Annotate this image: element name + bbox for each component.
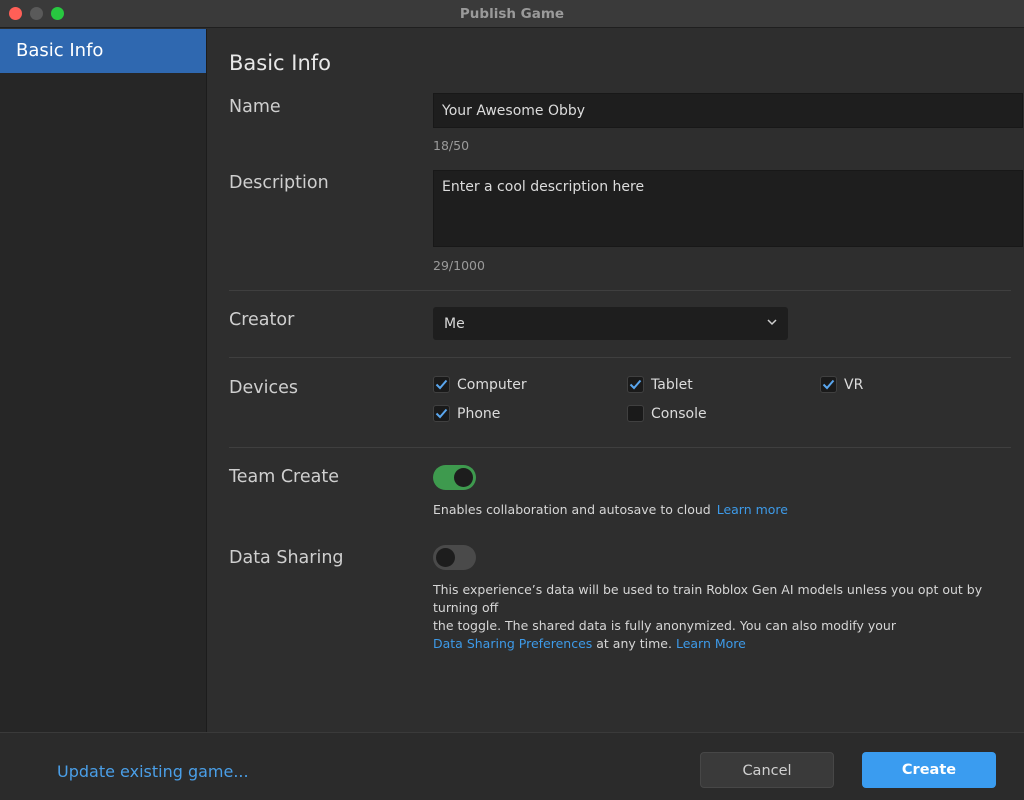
device-console-checkbox[interactable]: Console	[627, 405, 707, 422]
name-label: Name	[229, 97, 281, 117]
team-create-hint-text: Enables collaboration and autosave to cl…	[433, 502, 711, 517]
checkbox-box	[820, 376, 837, 393]
creator-selected-value: Me	[444, 316, 465, 332]
team-create-toggle[interactable]	[433, 465, 476, 490]
page-title: Basic Info	[229, 51, 332, 75]
team-create-learn-more-link[interactable]: Learn more	[717, 502, 788, 517]
data-sharing-text-line2: the toggle. The shared data is fully ano…	[433, 618, 896, 633]
description-textarea[interactable]: Enter a cool description here	[433, 170, 1023, 247]
create-button[interactable]: Create	[862, 752, 996, 788]
team-create-label: Team Create	[229, 467, 339, 487]
name-char-counter: 18/50	[433, 138, 470, 153]
creator-dropdown[interactable]: Me	[433, 307, 788, 340]
device-tablet-checkbox[interactable]: Tablet	[627, 376, 693, 393]
checkmark-icon	[435, 379, 448, 390]
chevron-down-icon	[767, 319, 777, 326]
checkbox-box	[627, 405, 644, 422]
device-console-label: Console	[651, 405, 707, 422]
toggle-knob	[436, 548, 455, 567]
device-phone-label: Phone	[457, 405, 501, 422]
checkbox-box	[433, 376, 450, 393]
data-sharing-hint: This experience’s data will be used to t…	[433, 581, 1018, 653]
cancel-button[interactable]: Cancel	[700, 752, 834, 788]
device-tablet-label: Tablet	[651, 376, 693, 393]
window-title: Publish Game	[459, 6, 565, 22]
device-vr-checkbox[interactable]: VR	[820, 376, 863, 393]
checkmark-icon	[435, 408, 448, 419]
device-computer-checkbox[interactable]: Computer	[433, 376, 527, 393]
checkbox-box	[433, 405, 450, 422]
data-sharing-toggle[interactable]	[433, 545, 476, 570]
divider	[229, 447, 1011, 448]
checkmark-icon	[822, 379, 835, 390]
creator-label: Creator	[229, 310, 295, 330]
divider	[229, 290, 1011, 291]
footer: Update existing game... Cancel Create	[0, 732, 1024, 800]
data-sharing-text-line1: This experience’s data will be used to t…	[433, 582, 983, 615]
data-sharing-label: Data Sharing	[229, 548, 344, 568]
sidebar: Basic Info	[0, 29, 207, 732]
title-bar: Publish Game	[0, 0, 1024, 28]
name-input[interactable]: Your Awesome Obby	[433, 93, 1023, 128]
devices-label: Devices	[229, 378, 298, 398]
data-sharing-text-rest: at any time.	[592, 636, 676, 651]
update-existing-game-link[interactable]: Update existing game...	[57, 762, 249, 781]
sidebar-item-basic-info[interactable]: Basic Info	[0, 29, 206, 73]
checkmark-icon	[629, 379, 642, 390]
toggle-knob	[454, 468, 473, 487]
device-vr-label: VR	[844, 376, 864, 393]
data-sharing-text-line3: Data Sharing Preferences at any time. Le…	[433, 635, 1018, 653]
divider	[229, 357, 1011, 358]
description-char-counter: 29/1000	[433, 258, 485, 273]
main-panel: Basic Info Name Your Awesome Obby 18/50 …	[208, 29, 1024, 732]
description-label: Description	[229, 173, 329, 193]
data-sharing-learn-more-link[interactable]: Learn More	[676, 636, 746, 651]
device-computer-label: Computer	[457, 376, 527, 393]
device-phone-checkbox[interactable]: Phone	[433, 405, 500, 422]
team-create-hint: Enables collaboration and autosave to cl…	[433, 501, 788, 519]
checkbox-box	[627, 376, 644, 393]
data-sharing-preferences-link[interactable]: Data Sharing Preferences	[433, 636, 592, 651]
